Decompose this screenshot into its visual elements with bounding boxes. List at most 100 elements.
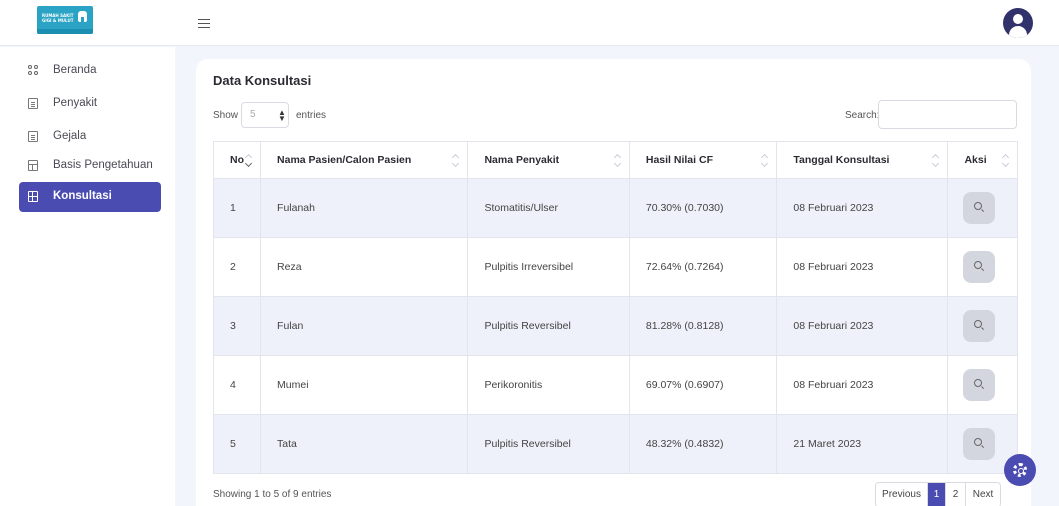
sidebar-item-label: Konsultasi <box>53 190 112 202</box>
previous-page-button[interactable]: Previous <box>876 483 928 506</box>
sort-icon <box>761 153 768 167</box>
cell-aksi <box>947 355 1018 415</box>
search-icon <box>974 261 983 269</box>
search-icon <box>974 379 983 387</box>
showing-entries-info: Showing 1 to 5 of 9 entries <box>213 489 332 500</box>
column-header-label: No <box>230 154 244 166</box>
table-row: 5 Tata Pulpitis Reversibel 48.32% (0.483… <box>212 414 1018 474</box>
cell-nama: Fulan <box>260 296 469 356</box>
table-row: 1 Fulanah Stomatitis/Ulser 70.30% (0.703… <box>212 178 1018 238</box>
cell-no: 2 <box>212 237 262 297</box>
cell-tanggal: 08 Februari 2023 <box>776 355 949 415</box>
cell-penyakit: Pulpitis Irreversibel <box>467 237 630 297</box>
sidebar-item-label: Basis Pengetahuan <box>53 159 153 171</box>
column-header-aksi[interactable]: Aksi <box>947 141 1018 179</box>
page-button-1[interactable]: 1 <box>928 483 946 506</box>
column-header-nama-penyakit[interactable]: Nama Penyakit <box>467 141 630 179</box>
user-avatar-icon[interactable] <box>1003 8 1033 38</box>
cell-tanggal: 21 Maret 2023 <box>776 414 949 474</box>
sidebar-item-label: Beranda <box>53 64 97 76</box>
cell-nama: Fulanah <box>260 178 469 238</box>
cell-aksi <box>947 178 1018 238</box>
entries-select-value: 5 <box>250 109 256 120</box>
show-label: Show <box>213 110 239 121</box>
consultation-card: Data Konsultasi Show 5 ▲ ▼ entries Search… <box>196 59 1031 506</box>
view-detail-button[interactable] <box>963 428 996 460</box>
view-detail-button[interactable] <box>963 310 996 342</box>
search-input[interactable] <box>878 100 1017 129</box>
column-header-label: Nama Pasien/Calon Pasien <box>277 154 412 166</box>
sidebar-item-basis-pengetahuan[interactable]: Basis Pengetahuan <box>19 151 161 181</box>
sidebar-item-konsultasi[interactable]: Konsultasi <box>19 182 161 212</box>
cell-aksi <box>947 296 1018 356</box>
pagination: Previous 1 2 Next <box>875 482 1001 506</box>
cell-no: 4 <box>212 355 262 415</box>
logo-bar <box>37 29 93 34</box>
sort-icon <box>932 153 939 167</box>
column-header-hasil-cf[interactable]: Hasil Nilai CF <box>628 141 778 179</box>
app-logo[interactable]: RUMAH SAKIT GIGI & MULUT <box>37 6 93 34</box>
search-label: Search: <box>845 110 880 121</box>
cell-penyakit: Pulpitis Reversibel <box>467 296 630 356</box>
table-row: 2 Reza Pulpitis Irreversibel 72.64% (0.7… <box>212 237 1018 297</box>
cell-nama: Reza <box>260 237 469 297</box>
top-bar: RUMAH SAKIT GIGI & MULUT <box>0 0 1059 46</box>
cell-cf: 48.32% (0.4832) <box>628 414 778 474</box>
tooth-icon <box>78 11 87 22</box>
sidebar-item-beranda[interactable]: Beranda <box>19 56 161 86</box>
entries-label: entries <box>296 110 327 121</box>
sort-icon <box>1002 153 1009 167</box>
sort-icon <box>452 153 459 167</box>
table-header-row: No Nama Pasien/Calon Pasien Nama Penyaki… <box>212 141 1018 179</box>
view-detail-button[interactable] <box>963 192 996 224</box>
chevron-updown-icon: ▲ ▼ <box>278 108 286 123</box>
sidebar-item-gejala[interactable]: Gejala <box>19 122 161 152</box>
page-button-2[interactable]: 2 <box>946 483 966 506</box>
table-row: 4 Mumei Perikoronitis 69.07% (0.6907) 08… <box>212 355 1018 415</box>
next-page-button[interactable]: Next <box>966 483 1000 506</box>
view-detail-button[interactable] <box>963 369 996 401</box>
entries-per-page-select[interactable]: 5 ▲ ▼ <box>241 102 289 128</box>
cell-cf: 70.30% (0.7030) <box>628 178 778 238</box>
avatar-head <box>1013 14 1023 24</box>
cell-nama: Tata <box>260 414 469 474</box>
search-icon <box>974 202 983 210</box>
document-icon <box>28 131 38 142</box>
dashboard-icon <box>28 65 38 76</box>
settings-fab-button[interactable] <box>1004 454 1036 486</box>
column-header-nama-pasien[interactable]: Nama Pasien/Calon Pasien <box>260 141 469 179</box>
sidebar-item-label: Penyakit <box>53 97 98 109</box>
avatar-body <box>1009 26 1027 38</box>
consultation-table: No Nama Pasien/Calon Pasien Nama Penyaki… <box>212 141 1018 474</box>
column-header-label: Aksi <box>964 154 987 166</box>
document-icon <box>28 98 38 109</box>
column-header-label: Tanggal Konsultasi <box>793 154 890 166</box>
cell-cf: 72.64% (0.7264) <box>628 237 778 297</box>
logo-text: RUMAH SAKIT GIGI & MULUT <box>42 13 74 23</box>
sort-icon <box>245 153 252 167</box>
cell-penyakit: Perikoronitis <box>467 355 630 415</box>
sidebar: Beranda Penyakit Gejala Basis Pengetahua… <box>0 47 175 506</box>
table-icon <box>28 160 38 171</box>
cell-no: 1 <box>212 178 262 238</box>
column-header-no[interactable]: No <box>212 141 262 179</box>
cell-cf: 81.28% (0.8128) <box>628 296 778 356</box>
page-title: Data Konsultasi <box>213 73 312 88</box>
column-header-label: Hasil Nilai CF <box>645 154 713 166</box>
cell-no: 5 <box>212 414 262 474</box>
cell-tanggal: 08 Februari 2023 <box>776 237 949 297</box>
column-header-tanggal[interactable]: Tanggal Konsultasi <box>776 141 949 179</box>
search-icon <box>974 438 983 446</box>
sort-icon <box>614 153 621 167</box>
gear-icon <box>1013 463 1027 477</box>
cell-aksi <box>947 237 1018 297</box>
cell-tanggal: 08 Februari 2023 <box>776 178 949 238</box>
sidebar-item-label: Gejala <box>53 130 87 142</box>
view-detail-button[interactable] <box>963 251 996 283</box>
grid-icon <box>28 191 38 202</box>
search-icon <box>974 320 983 328</box>
hamburger-icon[interactable] <box>198 19 210 28</box>
column-header-label: Nama Penyakit <box>484 154 560 166</box>
cell-no: 3 <box>212 296 262 356</box>
sidebar-item-penyakit[interactable]: Penyakit <box>19 89 161 119</box>
